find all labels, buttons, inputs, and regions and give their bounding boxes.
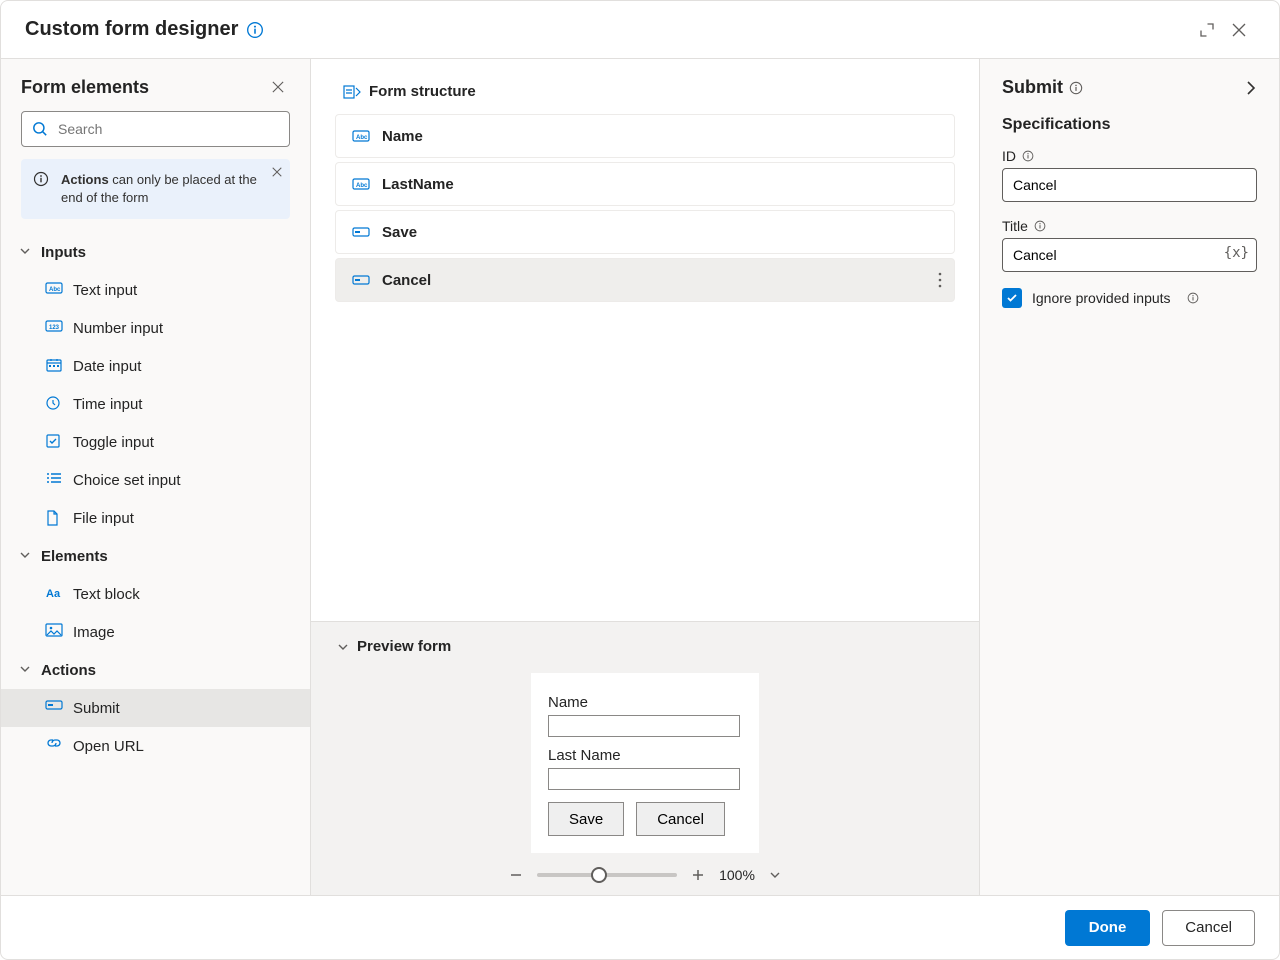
id-field[interactable] <box>1002 168 1257 202</box>
form-structure-header: Form structure <box>335 79 955 114</box>
preview-label-name: Name <box>548 694 742 711</box>
svg-text:Abc: Abc <box>356 135 368 141</box>
file-icon <box>45 509 63 527</box>
category-inputs[interactable]: Inputs <box>1 233 310 271</box>
ignore-inputs-checkbox[interactable] <box>1002 288 1022 308</box>
svg-text:Aa: Aa <box>46 588 61 599</box>
info-icon[interactable] <box>1187 292 1199 304</box>
preview-cancel-button[interactable]: Cancel <box>636 802 725 836</box>
banner-close-icon[interactable] <box>272 167 282 177</box>
image-icon <box>45 623 63 637</box>
button-icon <box>352 226 370 238</box>
chevron-down-icon <box>19 245 31 257</box>
number-input-icon: 123 <box>45 319 63 333</box>
sidebar-item-image[interactable]: Image <box>1 613 310 651</box>
chevron-down-icon <box>19 549 31 561</box>
preview-header[interactable]: Preview form <box>337 638 953 655</box>
category-elements[interactable]: Elements <box>1 537 310 575</box>
close-sidebar-icon[interactable] <box>266 75 290 99</box>
preview-card: Name Last Name Save Cancel <box>531 673 759 853</box>
sidebar-item-text-block[interactable]: Aa Text block <box>1 575 310 613</box>
info-icon[interactable] <box>1022 150 1034 162</box>
sidebar-item-time-input[interactable]: Time input <box>1 385 310 423</box>
info-icon[interactable] <box>1034 220 1046 232</box>
page-title: Custom form designer <box>25 18 238 41</box>
ignore-inputs-label: Ignore provided inputs <box>1032 290 1171 306</box>
info-icon[interactable] <box>1069 81 1083 95</box>
chevron-down-icon <box>337 641 349 653</box>
sidebar-item-toggle-input[interactable]: Toggle input <box>1 423 310 461</box>
preview-save-button[interactable]: Save <box>548 802 624 836</box>
search-icon <box>31 120 49 138</box>
structure-row-lastname[interactable]: Abc LastName <box>335 162 955 206</box>
sidebar-item-open-url[interactable]: Open URL <box>1 727 310 765</box>
link-icon <box>45 737 63 749</box>
sidebar-item-number-input[interactable]: 123 Number input <box>1 309 310 347</box>
text-icon: Aa <box>45 585 63 599</box>
preview-label-lastname: Last Name <box>548 747 742 764</box>
info-icon[interactable] <box>246 21 264 39</box>
sidebar-item-date-input[interactable]: Date input <box>1 347 310 385</box>
zoom-value: 100% <box>719 867 755 883</box>
clock-icon <box>45 395 63 411</box>
button-icon <box>352 274 370 286</box>
preview-input-lastname[interactable] <box>548 768 740 790</box>
svg-text:Abc: Abc <box>49 287 61 293</box>
chevron-down-icon <box>19 663 31 675</box>
list-icon <box>45 471 63 485</box>
close-icon[interactable] <box>1223 14 1255 46</box>
info-icon <box>33 171 49 187</box>
sidebar-item-choice-set-input[interactable]: Choice set input <box>1 461 310 499</box>
fx-icon[interactable]: {x} <box>1224 245 1249 261</box>
structure-row-cancel[interactable]: Cancel <box>335 258 955 302</box>
sidebar-item-submit[interactable]: Submit <box>1 689 310 727</box>
expand-icon[interactable] <box>1191 14 1223 46</box>
svg-text:123: 123 <box>49 325 60 331</box>
id-label: ID <box>1002 148 1016 164</box>
calendar-icon <box>45 357 63 373</box>
svg-text:Abc: Abc <box>356 183 368 189</box>
cancel-button[interactable]: Cancel <box>1162 910 1255 946</box>
structure-icon <box>343 84 361 100</box>
chevron-right-icon[interactable] <box>1245 79 1257 97</box>
checkbox-icon <box>45 433 63 449</box>
chevron-down-icon[interactable] <box>769 869 781 881</box>
zoom-out-icon[interactable] <box>509 868 523 882</box>
sidebar-item-file-input[interactable]: File input <box>1 499 310 537</box>
preview-input-name[interactable] <box>548 715 740 737</box>
zoom-slider[interactable] <box>537 873 677 877</box>
title-label: Title <box>1002 218 1028 234</box>
sidebar-title: Form elements <box>21 77 266 98</box>
more-icon[interactable] <box>938 272 942 288</box>
info-banner: Actions can only be placed at the end of… <box>21 159 290 219</box>
title-field[interactable] <box>1002 238 1257 272</box>
props-title: Submit <box>1002 77 1063 98</box>
text-input-icon: Abc <box>45 281 63 295</box>
search-input[interactable] <box>21 111 290 147</box>
structure-row-name[interactable]: Abc Name <box>335 114 955 158</box>
zoom-in-icon[interactable] <box>691 868 705 882</box>
specifications-header: Specifications <box>1002 116 1257 134</box>
sidebar-item-text-input[interactable]: Abc Text input <box>1 271 310 309</box>
text-input-icon: Abc <box>352 177 370 191</box>
done-button[interactable]: Done <box>1065 910 1151 946</box>
button-icon <box>45 699 63 711</box>
structure-row-save[interactable]: Save <box>335 210 955 254</box>
category-actions[interactable]: Actions <box>1 651 310 689</box>
text-input-icon: Abc <box>352 129 370 143</box>
